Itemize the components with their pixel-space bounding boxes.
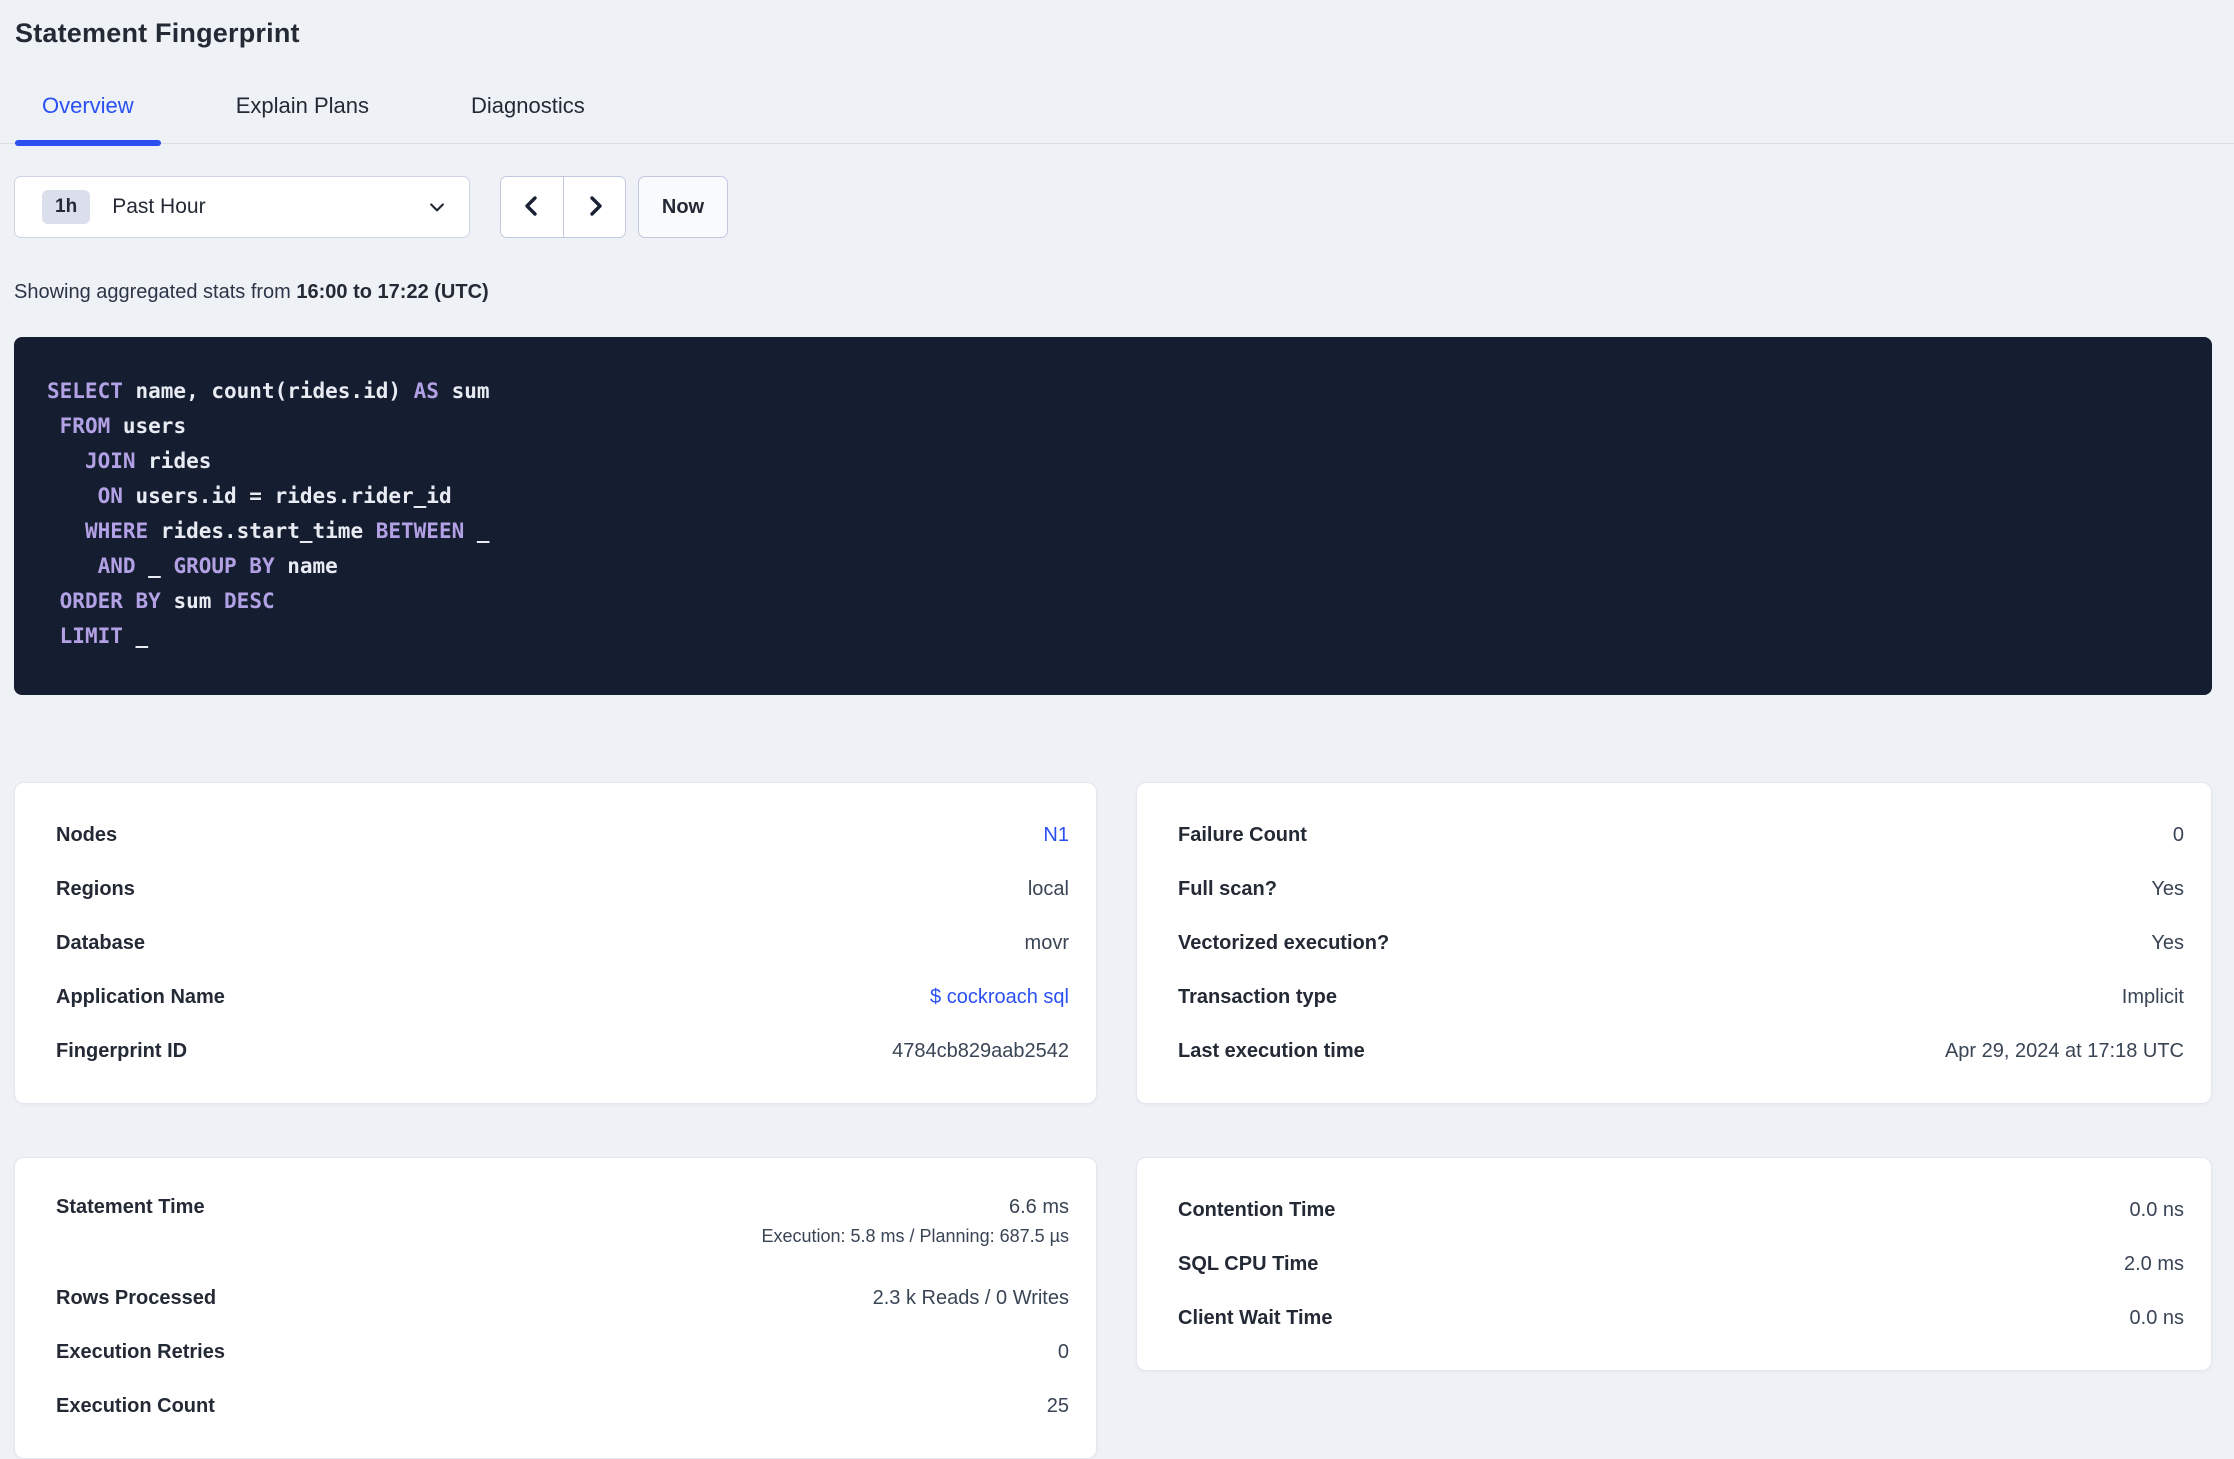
now-button[interactable]: Now [638, 176, 728, 238]
info-row-last-execution-time: Last execution time Apr 29, 2024 at 17:1… [1178, 1024, 2184, 1078]
sql-line: JOIN rides [84, 449, 212, 473]
row-label: Application Name [56, 985, 225, 1008]
application-name-link[interactable]: $ cockroach sql [930, 986, 1069, 1009]
tab-bar: Overview Explain Plans Diagnostics [0, 79, 2234, 146]
statement-fingerprint-page: Statement Fingerprint Overview Explain P… [0, 0, 2234, 1459]
row-value: 0 [1057, 1340, 1069, 1363]
row-value: 4784cb829aab2542 [892, 1039, 1069, 1062]
row-label: Last execution time [1178, 1039, 1365, 1062]
info-row-application-name: Application Name $ cockroach sql [56, 970, 1069, 1024]
info-row-vectorized: Vectorized execution? Yes [1178, 916, 2184, 970]
wait-times-card: Contention Time 0.0 ns SQL CPU Time 2.0 … [1136, 1157, 2212, 1371]
row-value: 2.3 k Reads / 0 Writes [872, 1286, 1069, 1309]
info-row-fingerprint-id: Fingerprint ID 4784cb829aab2542 [56, 1024, 1069, 1078]
row-value: Implicit [2121, 985, 2184, 1008]
aggregated-stats-line: Showing aggregated stats from 16:00 to 1… [14, 281, 2212, 304]
row-value: local [1027, 877, 1069, 900]
row-label: Database [56, 931, 145, 954]
perf-row-statement-time: Statement Time 6.6 ms Execution: 5.8 ms … [56, 1183, 1069, 1271]
row-label: Client Wait Time [1178, 1306, 1333, 1329]
sql-line: LIMIT _ [59, 624, 149, 648]
execution-attributes-card: Failure Count 0 Full scan? Yes Vectorize… [1136, 782, 2212, 1104]
row-label: Rows Processed [56, 1286, 217, 1309]
row-label: Failure Count [1178, 823, 1307, 846]
row-label: Regions [56, 877, 135, 900]
info-row-failure-count: Failure Count 0 [1178, 808, 2184, 862]
row-value: 25 [1046, 1394, 1069, 1417]
perf-row-sql-cpu-time: SQL CPU Time 2.0 ms [1178, 1237, 2184, 1291]
time-range-label: Past Hour [112, 195, 206, 218]
perf-row-contention-time: Contention Time 0.0 ns [1178, 1183, 2184, 1237]
row-value: 0.0 ns [2129, 1306, 2184, 1329]
row-label: Contention Time [1178, 1198, 1336, 1221]
row-label: Execution Retries [56, 1340, 225, 1363]
sql-line: AND _ GROUP BY name [97, 554, 338, 578]
sql-line: SELECT name, count(rides.id) AS sum [47, 379, 490, 403]
statement-info-card: Nodes N1 Regions local Database movr App… [14, 782, 1097, 1104]
sql-statement-box: SELECT name, count(rides.id) AS sum FROM… [14, 337, 2212, 695]
previous-time-button[interactable] [501, 177, 563, 237]
stats-prefix: Showing aggregated stats from [14, 281, 297, 303]
row-value: 0.0 ns [2129, 1198, 2184, 1221]
row-label: Full scan? [1178, 877, 1277, 900]
chevron-down-icon [427, 197, 447, 217]
row-label: Vectorized execution? [1178, 931, 1390, 954]
sql-line: ORDER BY sum DESC [59, 589, 275, 613]
row-label: Execution Count [56, 1394, 215, 1417]
sql-line: WHERE rides.start_time BETWEEN _ [84, 519, 490, 543]
sql-line: FROM users [59, 414, 187, 438]
row-label: Statement Time [56, 1196, 205, 1218]
row-label: Transaction type [1178, 985, 1337, 1008]
time-range-dropdown[interactable]: 1h Past Hour [14, 176, 470, 238]
info-row-database: Database movr [56, 916, 1069, 970]
sql-line: ON users.id = rides.rider_id [97, 484, 452, 508]
row-value: Yes [2151, 931, 2184, 954]
info-row-regions: Regions local [56, 862, 1069, 916]
perf-row-client-wait-time: Client Wait Time 0.0 ns [1178, 1291, 2184, 1345]
statement-time-values: 6.6 ms Execution: 5.8 ms / Planning: 687… [761, 1193, 1069, 1247]
statement-timing-card: Statement Time 6.6 ms Execution: 5.8 ms … [14, 1157, 1097, 1459]
row-value: 6.6 ms [1008, 1196, 1069, 1218]
info-row-transaction-type: Transaction type Implicit [1178, 970, 2184, 1024]
time-step-buttons [500, 176, 626, 238]
chevron-left-icon [520, 194, 544, 221]
row-value: Apr 29, 2024 at 17:18 UTC [1944, 1039, 2184, 1062]
row-label: Nodes [56, 823, 118, 846]
chevron-right-icon [583, 194, 607, 221]
summary-cards: Nodes N1 Regions local Database movr App… [14, 782, 2212, 1459]
perf-row-rows-processed: Rows Processed 2.3 k Reads / 0 Writes [56, 1271, 1069, 1325]
info-row-full-scan: Full scan? Yes [1178, 862, 2184, 916]
tab-diagnostics[interactable]: Diagnostics [444, 79, 612, 143]
next-time-button[interactable] [563, 177, 625, 237]
row-value: movr [1024, 931, 1069, 954]
tab-explain-plans[interactable]: Explain Plans [209, 79, 396, 143]
row-value: 0 [2172, 823, 2184, 846]
nodes-link[interactable]: N1 [1043, 824, 1069, 847]
perf-row-execution-count: Execution Count 25 [56, 1379, 1069, 1433]
row-label: Fingerprint ID [56, 1039, 188, 1062]
time-controls: 1h Past Hour Now [14, 176, 2212, 238]
statement-time-breakdown: Execution: 5.8 ms / Planning: 687.5 µs [761, 1226, 1069, 1246]
perf-row-execution-retries: Execution Retries 0 [56, 1325, 1069, 1379]
row-label: SQL CPU Time [1178, 1252, 1319, 1275]
info-row-nodes: Nodes N1 [56, 808, 1069, 862]
stats-time-range: 16:00 to 17:22 (UTC) [296, 281, 489, 303]
time-range-badge: 1h [42, 190, 91, 224]
tab-overview[interactable]: Overview [15, 79, 161, 146]
row-value: Yes [2151, 877, 2184, 900]
page-title: Statement Fingerprint [15, 18, 300, 48]
row-value: 2.0 ms [2123, 1252, 2184, 1275]
